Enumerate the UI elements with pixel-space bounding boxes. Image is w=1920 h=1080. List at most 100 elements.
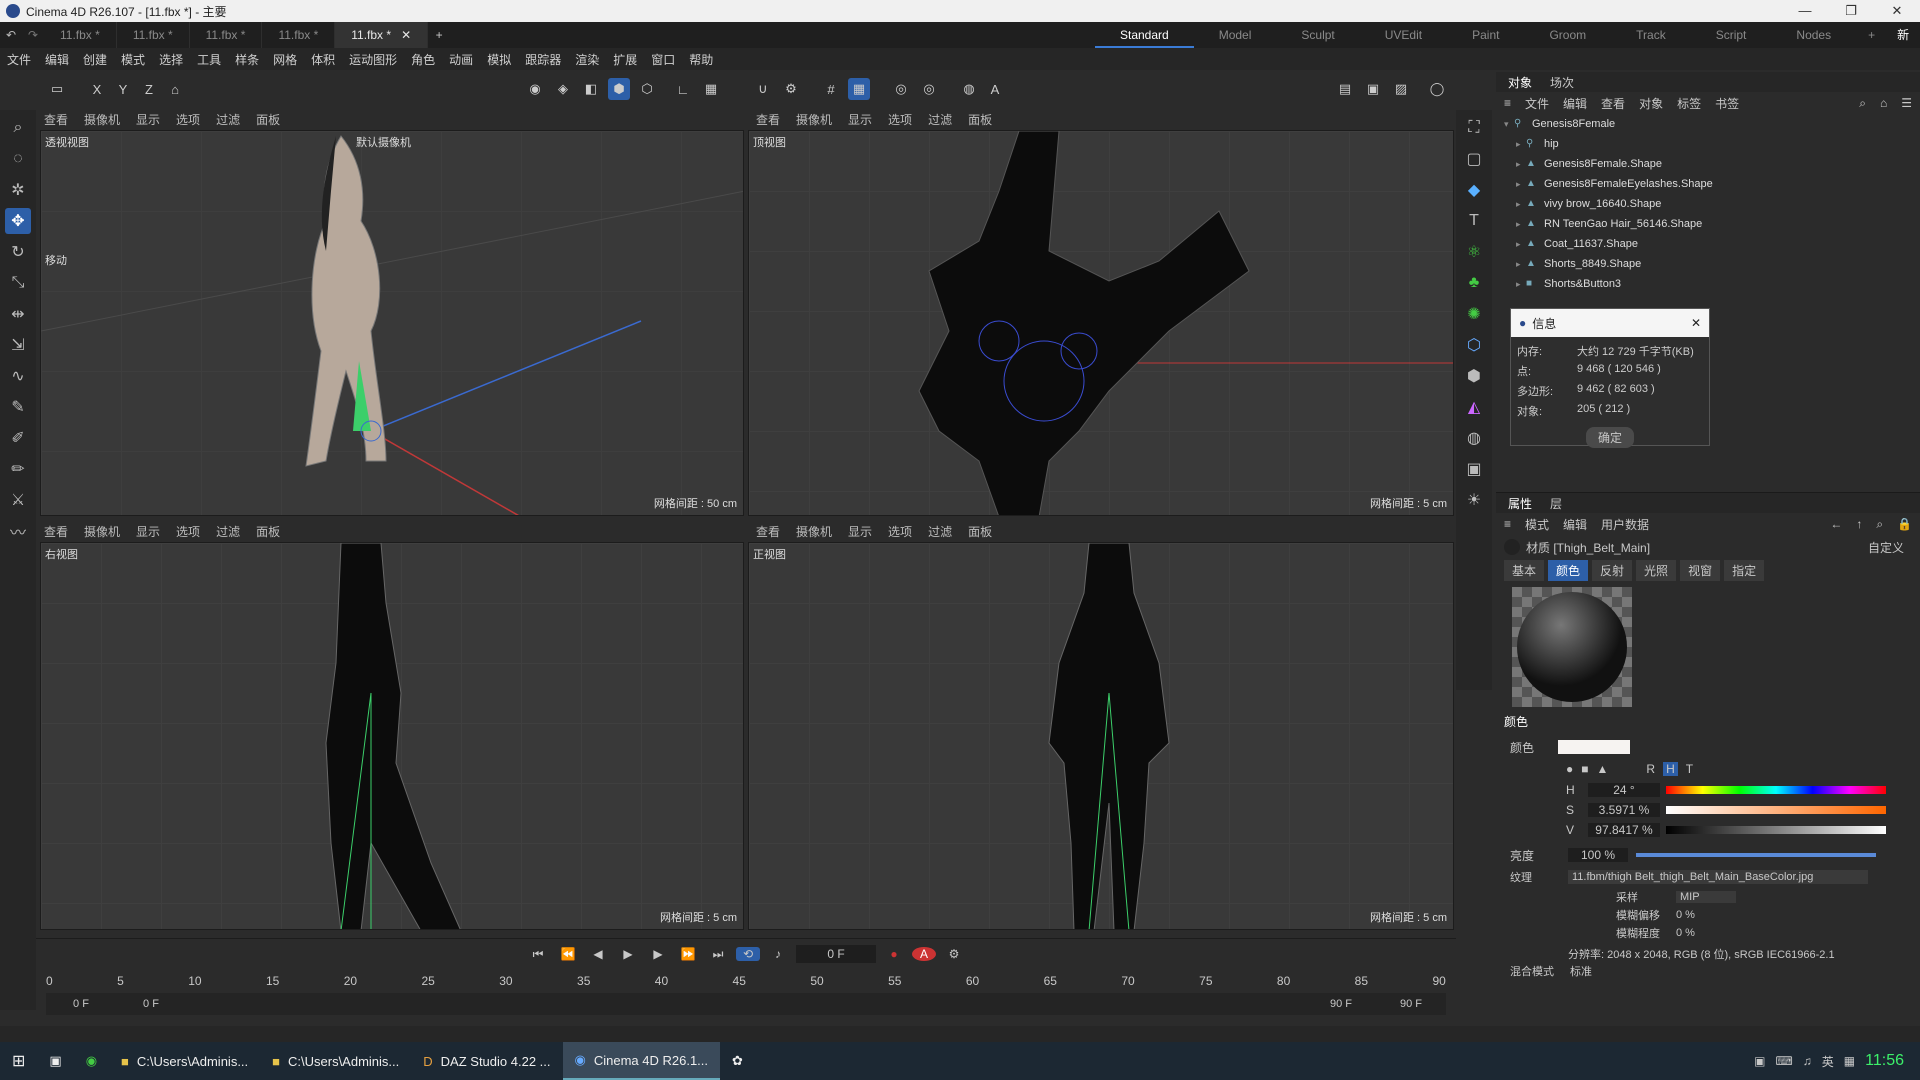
timeline-ruler[interactable]: 0 5 10 15 20 25 30 35 40 45 50 55 60 65 70 75 80 85 90 — [46, 969, 1446, 993]
layout-track[interactable]: Track — [1611, 22, 1691, 48]
menu-animate[interactable]: 动画 — [442, 51, 480, 68]
polygons-mode-icon[interactable]: ◧ — [580, 78, 602, 100]
volume-icon[interactable]: ♫ — [1803, 1054, 1812, 1068]
go-to-end-icon[interactable]: ⏭ — [706, 947, 730, 962]
taskbar-item[interactable]: ■ C:\Users\Adminis... — [109, 1042, 260, 1080]
tweak-mode-icon[interactable]: ▦ — [700, 78, 722, 100]
character-model[interactable] — [305, 135, 387, 467]
ok-button[interactable]: 确定 — [1585, 427, 1634, 448]
list-item[interactable]: ▸ ▲ vivy brow_16640.Shape — [1496, 194, 1920, 214]
vp-menu-panel[interactable]: 面板 — [256, 111, 280, 128]
hamburger-icon[interactable]: ≡ — [1504, 96, 1511, 110]
current-frame-field[interactable]: 0 F — [796, 945, 876, 963]
menu-spline[interactable]: 样条 — [228, 51, 266, 68]
vp-menu-display[interactable]: 显示 — [848, 523, 872, 540]
obj-menu-bookmarks[interactable]: 书签 — [1715, 95, 1739, 112]
menu-mograph[interactable]: 运动图形 — [342, 51, 404, 68]
menu-create[interactable]: 创建 — [76, 51, 114, 68]
tab-objects[interactable]: 对象 — [1508, 74, 1532, 91]
visibility-icon[interactable]: ◍ — [958, 78, 980, 100]
menu-file[interactable]: 文件 — [0, 51, 38, 68]
hue-field[interactable]: 24 ° — [1588, 783, 1660, 797]
doc-tab-active[interactable]: 11.fbx * ✕ — [335, 22, 429, 48]
z-axis-icon[interactable]: Z — [138, 78, 160, 100]
layout-groom[interactable]: Groom — [1524, 22, 1611, 48]
go-to-start-icon[interactable]: ⏮ — [526, 947, 550, 962]
generator-icon[interactable]: ⚛ — [1461, 239, 1487, 265]
menu-edit[interactable]: 编辑 — [38, 51, 76, 68]
grid-ime-icon[interactable]: ▦ — [1844, 1054, 1855, 1068]
subtab-viewport[interactable]: 视窗 — [1680, 559, 1721, 581]
value-field[interactable]: 97.8417 % — [1588, 823, 1660, 837]
vp-menu-panel[interactable]: 面板 — [968, 523, 992, 540]
blur-offset-field[interactable]: 0 % — [1676, 909, 1695, 921]
vp-menu-display[interactable]: 显示 — [136, 523, 160, 540]
sketch-icon[interactable]: 〰 — [5, 518, 31, 544]
vp-menu-filter[interactable]: 过滤 — [928, 111, 952, 128]
layout-new-interface[interactable]: 新界面 — [1887, 22, 1920, 94]
vp-menu-filter[interactable]: 过滤 — [216, 111, 240, 128]
brightness-field[interactable]: 100 % — [1568, 848, 1628, 862]
menu-render[interactable]: 渲染 — [568, 51, 606, 68]
coord-system-icon[interactable]: ⌂ — [164, 78, 186, 100]
tab-takes[interactable]: 场次 — [1550, 74, 1574, 91]
vp-menu-view[interactable]: 查看 — [756, 111, 780, 128]
vp-menu-panel[interactable]: 面板 — [968, 111, 992, 128]
menu-mesh[interactable]: 网格 — [266, 51, 304, 68]
saturation-field[interactable]: 3.5971 % — [1588, 803, 1660, 817]
list-item[interactable]: ▸ ▲ Coat_11637.Shape — [1496, 234, 1920, 254]
render-picture-viewer-icon[interactable]: ▣ — [1362, 78, 1384, 100]
character-front-silhouette[interactable] — [1048, 543, 1170, 930]
add-tab-icon[interactable]: + — [428, 28, 450, 42]
menu-extensions[interactable]: 扩展 — [606, 51, 644, 68]
y-axis-icon[interactable]: Y — [112, 78, 134, 100]
rotate-tool-icon[interactable]: ↻ — [5, 239, 31, 265]
search-icon[interactable]: ⌕ — [1859, 96, 1866, 111]
vp-menu-view[interactable]: 查看 — [44, 523, 68, 540]
menu-tracker[interactable]: 跟踪器 — [518, 51, 568, 68]
viewport-top[interactable]: 顶视图 网格间距 : 5 cm — [748, 130, 1454, 516]
obj-menu-tags[interactable]: 标签 — [1677, 95, 1701, 112]
knife-icon[interactable]: ⚔ — [5, 487, 31, 513]
character-top-silhouette[interactable] — [918, 131, 1250, 516]
vp-menu-options[interactable]: 选项 — [176, 111, 200, 128]
taskbar-item[interactable]: ■ C:\Users\Adminis... — [260, 1042, 411, 1080]
viewport-right[interactable]: 右视图 网格间距 : 5 cm — [40, 542, 744, 930]
x-axis-icon[interactable]: X — [86, 78, 108, 100]
doc-tab[interactable]: 11.fbx * — [262, 22, 336, 48]
doc-tab[interactable]: 11.fbx * — [44, 22, 117, 48]
symmetry-icon[interactable]: ◎ — [918, 78, 940, 100]
prev-frame-icon[interactable]: ◀ — [586, 947, 610, 961]
autokey-icon[interactable]: A — [912, 947, 936, 961]
taskbar-item-active[interactable]: ◉ Cinema 4D R26.1... — [562, 1042, 721, 1080]
next-frame-icon[interactable]: ▶ — [646, 947, 670, 961]
close-button[interactable]: ✕ — [1874, 3, 1920, 19]
preview-start-field[interactable]: 0 F — [116, 998, 186, 1010]
clock[interactable]: 11:56 — [1865, 1052, 1904, 1070]
color-swatch[interactable] — [1558, 740, 1630, 754]
vp-menu-camera[interactable]: 摄像机 — [796, 111, 832, 128]
menu-character[interactable]: 角色 — [404, 51, 442, 68]
settings-gear-icon[interactable]: ⚙ — [780, 78, 802, 100]
range-end-field[interactable]: 90 F — [1376, 998, 1446, 1010]
cube-icon[interactable]: ◆ — [1461, 177, 1487, 203]
vp-menu-camera[interactable]: 摄像机 — [84, 523, 120, 540]
snap-tool-icon[interactable]: ⇲ — [5, 332, 31, 358]
tab-layers[interactable]: 层 — [1550, 495, 1562, 512]
null-icon[interactable]: ⛶ — [1461, 115, 1487, 141]
hsv-mode-icon[interactable]: H — [1663, 762, 1678, 776]
list-item[interactable]: ▸ ▲ Shorts_8849.Shape — [1496, 254, 1920, 274]
view-search-icon[interactable]: ⌕ — [5, 115, 31, 141]
vp-menu-filter[interactable]: 过滤 — [216, 523, 240, 540]
preview-end-field[interactable]: 90 F — [1306, 998, 1376, 1010]
viewport-perspective[interactable]: 透视视图 默认摄像机 移动 网格间距 : 50 cm — [40, 130, 744, 516]
undo-icon[interactable]: ↶ — [0, 28, 22, 42]
menu-tools[interactable]: 工具 — [190, 51, 228, 68]
vp-menu-panel[interactable]: 面板 — [256, 523, 280, 540]
add-layout-button[interactable]: + — [1856, 22, 1887, 48]
redshift-icon[interactable]: ◯ — [1426, 78, 1448, 100]
list-item[interactable]: ▾ ⚲ Genesis8Female — [1496, 114, 1920, 134]
points-mode-icon[interactable]: ◉ — [524, 78, 546, 100]
texture-mode-icon[interactable]: ⬡ — [636, 78, 658, 100]
prev-key-icon[interactable]: ⏪ — [556, 947, 580, 961]
